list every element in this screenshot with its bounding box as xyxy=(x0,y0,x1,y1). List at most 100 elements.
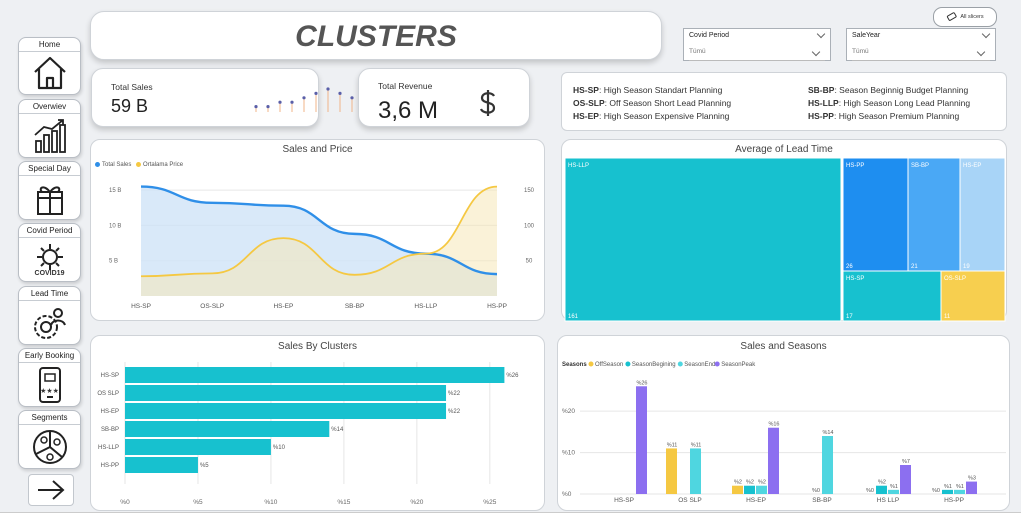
slicer-value[interactable]: Tümü xyxy=(852,47,990,61)
treemap-tile xyxy=(564,157,842,322)
treemap-tile-label: OS-SLP xyxy=(944,276,966,282)
nav-special-day-button[interactable]: Special Day xyxy=(18,161,81,220)
page-title: CLUSTERS xyxy=(295,20,457,53)
bar xyxy=(756,485,767,494)
data-label: %5 xyxy=(200,463,209,469)
treemap-tile-label: SB-BP xyxy=(911,163,929,169)
treemap-tile-value: 17 xyxy=(846,314,853,320)
nav-home-button[interactable]: Home xyxy=(18,37,81,95)
legend-dot xyxy=(588,361,594,367)
treemap-tile-value: 161 xyxy=(568,314,579,320)
sale-year-slicer[interactable]: SaleYear Tümü xyxy=(846,28,996,61)
slicer-value-text: Tümü xyxy=(852,48,869,55)
data-label: %1 xyxy=(890,484,898,490)
covid-period-slicer[interactable]: Covid Period Tümü xyxy=(683,28,831,61)
sales-by-clusters-plot: %0 %5 %10 %15 %20 %25 HS-SP %26 OS SLP %22 HS-EP %2… xyxy=(97,362,519,506)
nav-covid-period-button[interactable]: Covid Period COVID19 xyxy=(18,223,81,282)
cluster-legend-card: HS-SP: High Season Standart Planning OS-… xyxy=(561,72,1007,131)
cluster-legend-item: HS-SP: High Season Standart Planning xyxy=(573,85,723,95)
x-tick-label: OS-SLP xyxy=(200,303,224,310)
sales-seasons-chart: Sales and Seasons Seasons OffSeason Season… xyxy=(557,335,1010,511)
sparkline-point xyxy=(350,96,354,100)
data-label: %2 xyxy=(878,480,886,486)
x-tick-label: %15 xyxy=(337,499,350,506)
data-label: %2 xyxy=(746,480,754,486)
data-label: %0 xyxy=(932,488,940,494)
bar xyxy=(125,439,271,455)
treemap-tile-value: 19 xyxy=(963,264,970,270)
sparkline-point xyxy=(254,105,258,109)
x-tick-label: HS-PP xyxy=(944,497,964,504)
y-tick-label: HS-PP xyxy=(101,463,119,469)
sales-seasons-plot: Seasons OffSeason SeasonBegining SeasonEnd S… xyxy=(562,361,1006,504)
covid-icon-text: COVID19 xyxy=(34,269,65,277)
bar xyxy=(125,421,330,437)
x-tick-label: %5 xyxy=(193,499,203,506)
y-tick-label-right: 150 xyxy=(524,188,535,194)
nav-label: Home xyxy=(19,38,80,52)
treemap-tile-label: HS-LLP xyxy=(568,163,589,169)
y-tick-label-left: 15 B xyxy=(109,188,121,194)
chevron-down-icon[interactable] xyxy=(981,29,991,39)
slicer-value[interactable]: Tümü xyxy=(689,47,825,61)
sparkline-point xyxy=(278,100,282,104)
data-label: %26 xyxy=(636,380,647,386)
bar xyxy=(966,481,977,494)
nav-label: Overwiev xyxy=(19,100,80,114)
legend-label: SeasonBegining xyxy=(632,362,676,368)
sparkline-point xyxy=(314,91,318,95)
legend-dot xyxy=(95,162,100,167)
x-tick-label: HS-SP xyxy=(131,303,151,310)
data-label: %0 xyxy=(866,488,874,494)
data-label: %2 xyxy=(758,480,766,486)
total-sales-card: Total Sales 59 B xyxy=(91,68,390,127)
chevron-down-icon[interactable] xyxy=(976,47,986,57)
chevron-down-icon[interactable] xyxy=(811,47,821,57)
x-tick-label: HS-SP xyxy=(614,497,634,504)
next-page-button[interactable] xyxy=(28,474,74,506)
bar xyxy=(690,448,701,494)
phone-rating-icon xyxy=(38,366,61,403)
bar xyxy=(768,427,779,494)
chevron-down-icon[interactable] xyxy=(816,29,826,39)
y-tick-label: SB-BP xyxy=(101,427,119,433)
y-tick-label: HS-LLP xyxy=(98,445,119,451)
dollar-icon xyxy=(479,90,496,116)
x-tick-label: SB-BP xyxy=(812,497,832,504)
x-tick-label: HS LLP xyxy=(877,497,899,504)
nav-label: Early Booking xyxy=(19,349,80,363)
bar xyxy=(900,465,911,494)
slicer-title: Covid Period xyxy=(689,32,730,39)
nav-lead-time-button[interactable]: Lead Time xyxy=(18,286,81,345)
nav-segments-button[interactable]: Segments xyxy=(18,410,81,469)
data-label: %1 xyxy=(956,484,964,490)
legend-dot xyxy=(625,361,631,367)
treemap-tile xyxy=(959,157,1006,272)
nav-overview-button[interactable]: Overwiev xyxy=(18,99,81,158)
nav-early-booking-button[interactable]: Early Booking ★★★ xyxy=(18,348,81,407)
clear-slicers-button[interactable]: All slicers xyxy=(933,7,997,27)
bar xyxy=(125,403,447,419)
bar-chart-icon xyxy=(33,118,66,153)
cluster-legend-item: SB-BP: Season Beginnig Budget Planning xyxy=(808,85,969,95)
bar xyxy=(876,485,887,494)
cluster-legend-item: HS-PP: High Season Premium Planning xyxy=(808,111,960,121)
clear-slicers-label: All slicers xyxy=(960,14,984,20)
data-label: %2 xyxy=(734,480,742,486)
total-revenue-card: Total Revenue 3,6 M xyxy=(358,68,530,127)
data-label: %3 xyxy=(968,476,976,482)
legend-dot xyxy=(136,162,142,167)
sales-price-chart: Sales and Price Total Sales Ortalama Pri… xyxy=(90,139,545,321)
bar xyxy=(125,457,198,473)
legend-label: OffSeason xyxy=(595,362,623,368)
treemap-tile-label: HS-PP xyxy=(846,163,864,169)
bar xyxy=(732,485,743,494)
y-tick-label: %20 xyxy=(562,408,575,415)
treemap-tile-value: 26 xyxy=(846,264,853,270)
bar xyxy=(125,367,505,383)
lead-time-treemap: Average of Lead Time HS-LLP 161 HS-PP 26 SB-… xyxy=(561,139,1007,322)
clock-gear-icon xyxy=(33,307,66,339)
data-label: %16 xyxy=(768,422,779,428)
legend-dot xyxy=(677,361,683,367)
sparkline-point xyxy=(326,87,330,91)
